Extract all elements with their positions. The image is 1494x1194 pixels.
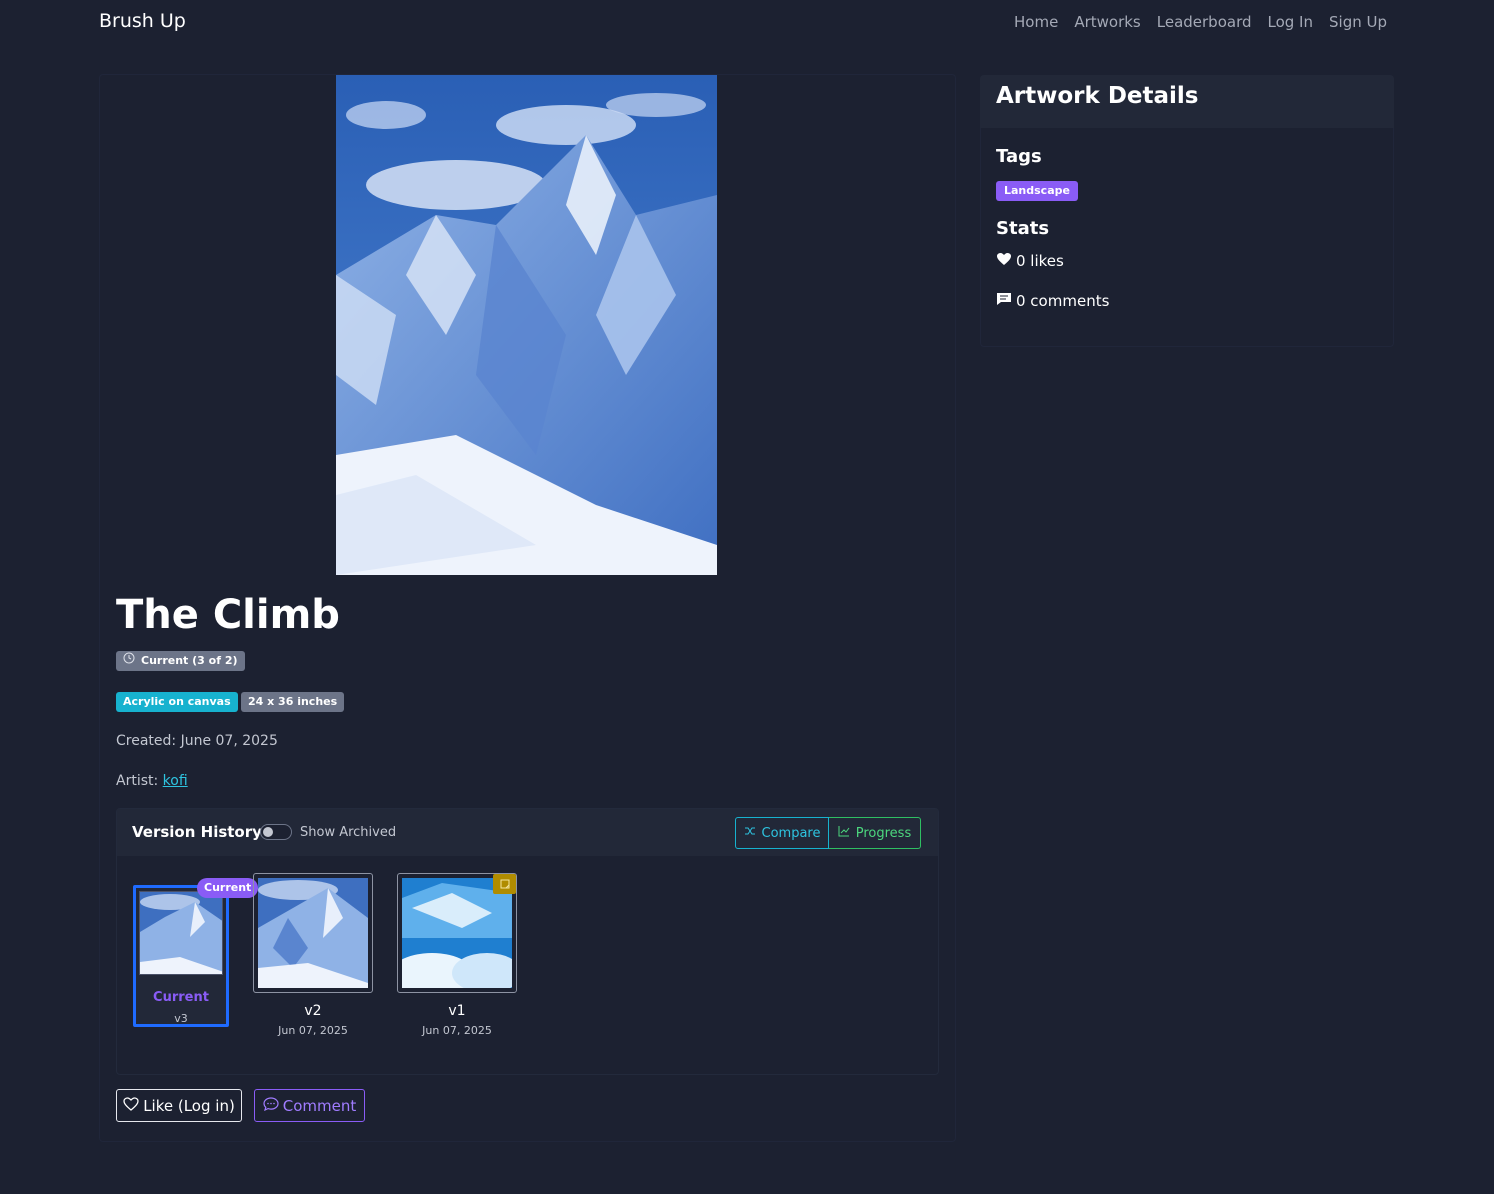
compare-button[interactable]: Compare bbox=[735, 817, 829, 849]
version-badge-label: Current (3 of 2) bbox=[141, 654, 238, 667]
like-label: Like (Log in) bbox=[143, 1096, 235, 1115]
created-label: Created: bbox=[116, 733, 177, 749]
version-v1-thumbnail bbox=[402, 878, 512, 988]
version-history-title: Version History bbox=[132, 823, 262, 841]
artwork-title: The Climb bbox=[116, 592, 340, 638]
version-actions: Compare Progress bbox=[735, 817, 921, 849]
nav-signup[interactable]: Sign Up bbox=[1329, 13, 1387, 31]
version-badge: Current (3 of 2) bbox=[116, 651, 245, 671]
version-current-label: Current bbox=[153, 990, 209, 1005]
likes-count: 0 likes bbox=[1016, 252, 1064, 270]
heart-filled-icon bbox=[996, 252, 1012, 270]
stats-heading: Stats bbox=[996, 218, 1050, 239]
version-v1-label: v1 bbox=[448, 1003, 466, 1019]
comment-filled-icon bbox=[996, 292, 1012, 310]
nav-home[interactable]: Home bbox=[1014, 13, 1058, 31]
chart-icon bbox=[838, 825, 850, 841]
nav-login[interactable]: Log In bbox=[1268, 13, 1314, 31]
clock-icon bbox=[123, 651, 135, 671]
brand-logo[interactable]: Brush Up bbox=[99, 10, 186, 32]
comments-count: 0 comments bbox=[1016, 292, 1110, 310]
version-current-number: v3 bbox=[174, 1012, 188, 1025]
comment-button[interactable]: Comment bbox=[254, 1089, 365, 1122]
version-v1-date: Jun 07, 2025 bbox=[422, 1024, 492, 1037]
version-v2-thumbnail bbox=[258, 878, 368, 988]
progress-label: Progress bbox=[855, 825, 912, 841]
version-current-thumbnail bbox=[139, 891, 223, 975]
navbar: Brush Up Home Artworks Leaderboard Log I… bbox=[0, 0, 1494, 46]
version-current[interactable]: Current v3 bbox=[133, 885, 229, 1027]
nav-artworks[interactable]: Artworks bbox=[1074, 13, 1140, 31]
version-v2-label: v2 bbox=[304, 1003, 322, 1019]
tags-heading: Tags bbox=[996, 146, 1042, 167]
comments-stat: 0 comments bbox=[996, 292, 1109, 310]
progress-button[interactable]: Progress bbox=[829, 817, 921, 849]
nav-links: Home Artworks Leaderboard Log In Sign Up bbox=[1014, 13, 1387, 31]
tag-landscape[interactable]: Landscape bbox=[996, 181, 1078, 201]
created-date: Created: June 07, 2025 bbox=[116, 733, 278, 749]
version-v2[interactable] bbox=[253, 873, 373, 993]
comment-label: Comment bbox=[282, 1096, 357, 1115]
details-title: Artwork Details bbox=[996, 83, 1199, 109]
version-v2-date: Jun 07, 2025 bbox=[278, 1024, 348, 1037]
artist-label: Artist: bbox=[116, 773, 159, 789]
size-badge: 24 x 36 inches bbox=[241, 692, 345, 712]
medium-badge: Acrylic on canvas bbox=[116, 692, 238, 712]
show-archived-toggle[interactable] bbox=[260, 824, 292, 840]
likes-stat: 0 likes bbox=[996, 252, 1064, 270]
shuffle-icon bbox=[744, 825, 756, 841]
current-pill: Current bbox=[197, 878, 259, 898]
show-archived-label: Show Archived bbox=[300, 825, 397, 840]
artist-line: Artist: kofi bbox=[116, 773, 188, 789]
like-button[interactable]: Like (Log in) bbox=[116, 1089, 242, 1122]
chat-icon bbox=[263, 1096, 279, 1115]
heart-icon bbox=[123, 1096, 139, 1115]
note-icon bbox=[493, 874, 516, 894]
compare-label: Compare bbox=[761, 825, 821, 841]
artwork-image[interactable] bbox=[336, 75, 717, 575]
nav-leaderboard[interactable]: Leaderboard bbox=[1157, 13, 1252, 31]
created-value: June 07, 2025 bbox=[180, 733, 278, 749]
artist-link[interactable]: kofi bbox=[163, 773, 188, 789]
